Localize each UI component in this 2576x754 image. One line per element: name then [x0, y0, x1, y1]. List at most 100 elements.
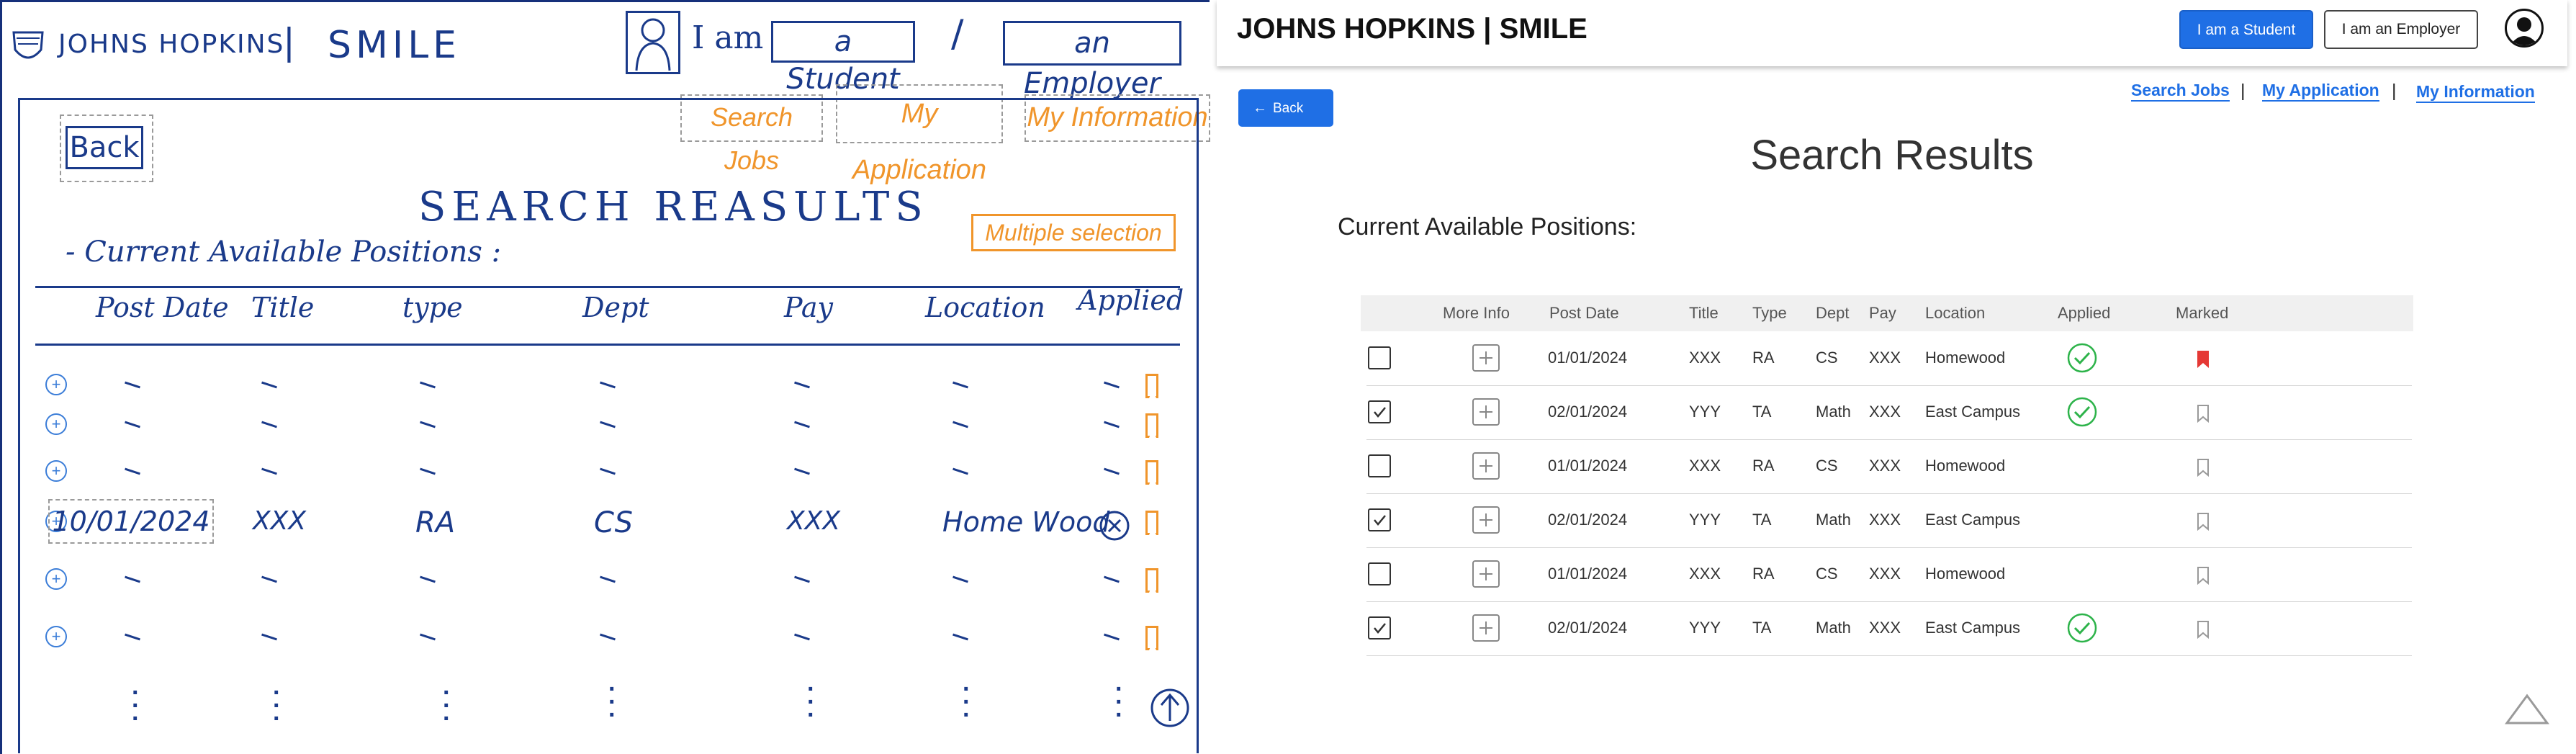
bookmark-icon[interactable] [2196, 565, 2210, 585]
more-info-plus-icon[interactable] [1472, 398, 1500, 426]
row-select-checkbox[interactable] [1368, 400, 1391, 423]
cell-dept: Math [1816, 403, 1851, 421]
row-select-checkbox[interactable] [1368, 454, 1391, 477]
sketch-bookmark-icon[interactable] [1145, 626, 1158, 650]
employer-button[interactable]: I am an Employer [2324, 10, 2478, 49]
col-location: Location [1925, 304, 1986, 322]
sketch-bookmark-icon[interactable] [1145, 413, 1158, 438]
cell-pay: XXX [1869, 511, 1901, 529]
bookmark-icon[interactable] [2196, 619, 2210, 639]
cell-dept: Math [1816, 619, 1851, 637]
cell-pay: XXX [1869, 457, 1901, 475]
table-row: 01/01/2024 XXX RA CS XXX Homewood [1366, 548, 2412, 602]
table-row: 02/01/2024 YYY TA Math XXX East Campus [1366, 494, 2412, 548]
student-button[interactable]: I am a Student [2179, 10, 2313, 49]
sketch-col-title: Title [251, 292, 315, 323]
applied-check-icon [2067, 397, 2097, 427]
sketch-more-info-icon[interactable]: + [45, 413, 67, 435]
sketch-more-dots: · · · [132, 679, 140, 732]
rendered-ui: JOHNS HOPKINS | SMILE I am a Student I a… [1217, 0, 2576, 754]
sketch-scroll-top-icon[interactable] [1150, 686, 1190, 730]
scroll-to-top-icon[interactable] [2504, 690, 2550, 726]
nav-separator: | [2241, 81, 2246, 101]
bookmark-icon[interactable] [2196, 457, 2210, 477]
bookmark-icon[interactable] [2196, 511, 2210, 531]
section-subheading: Current Available Positions: [1338, 213, 1637, 241]
sketch-sample-type: RA [415, 506, 456, 539]
sketch-back-button[interactable]: Back [66, 126, 143, 169]
cell-location: Homewood [1925, 349, 2006, 367]
sketch-bookmark-icon[interactable] [1145, 460, 1158, 485]
sketch-col-applied: Applied [1078, 284, 1184, 316]
nav-my-information[interactable]: My Information [2416, 82, 2535, 103]
sketch-more-info-icon[interactable]: + [45, 460, 67, 482]
brand-title: JOHNS HOPKINS | SMILE [1237, 13, 1588, 45]
more-info-plus-icon[interactable] [1472, 344, 1500, 372]
nav-separator: | [2392, 81, 2397, 101]
cell-pay: XXX [1869, 403, 1901, 421]
sketch-title: SEARCH REASULTS [418, 184, 929, 230]
sketch-more-dots: · · · [443, 679, 451, 732]
applied-check-icon [2067, 613, 2097, 643]
cell-location: East Campus [1925, 403, 2021, 421]
cell-dept: CS [1816, 349, 1838, 367]
more-info-plus-icon[interactable] [1472, 452, 1500, 480]
cell-type: RA [1752, 349, 1775, 367]
cell-title: YYY [1689, 403, 1721, 421]
sketch-more-dots: · · · [1115, 676, 1124, 729]
row-select-checkbox[interactable] [1368, 346, 1391, 369]
person-icon[interactable] [626, 11, 680, 74]
row-select-checkbox[interactable] [1368, 616, 1391, 639]
sketch-slash: / [951, 12, 964, 55]
cell-title: XXX [1689, 565, 1721, 583]
col-more-info: More Info [1443, 304, 1510, 322]
nav-search-jobs[interactable]: Search Jobs [2131, 81, 2230, 102]
more-info-plus-icon[interactable] [1472, 506, 1500, 534]
col-type: Type [1752, 304, 1787, 322]
cell-location: East Campus [1925, 511, 2021, 529]
more-info-plus-icon[interactable] [1472, 614, 1500, 642]
cell-type: TA [1752, 619, 1772, 637]
sketch-col-location: Location [925, 292, 1045, 323]
sketch-subtitle: - Current Available Positions : [66, 235, 502, 269]
table-row: 02/01/2024 YYY TA Math XXX East Campus [1366, 602, 2412, 656]
row-select-checkbox[interactable] [1368, 508, 1391, 531]
sketch-iam: I am [692, 19, 764, 56]
bookmark-icon[interactable] [2196, 403, 2210, 423]
sketch-multiple-selection[interactable]: Multiple selection [971, 214, 1176, 251]
back-button[interactable]: ← Back [1238, 89, 1333, 127]
cell-post-date: 02/01/2024 [1548, 403, 1628, 421]
nav-my-application[interactable]: My Application [2262, 81, 2379, 102]
arrow-left-icon: ← [1253, 100, 1267, 116]
sketch-more-info-icon[interactable]: + [45, 626, 67, 647]
sketch-employer-button[interactable]: an Employer [1003, 21, 1181, 100]
cell-post-date: 02/01/2024 [1548, 619, 1628, 637]
top-navbar: JOHNS HOPKINS | SMILE I am a Student I a… [1217, 0, 2567, 66]
sketch-more-info-icon[interactable]: + [45, 568, 67, 590]
col-post-date: Post Date [1549, 304, 1619, 322]
sketch-more-dots: · · · [608, 676, 617, 729]
cell-pay: XXX [1869, 349, 1901, 367]
sketch-bookmark-icon[interactable] [1145, 511, 1158, 535]
more-info-plus-icon[interactable] [1472, 560, 1500, 588]
bookmark-icon[interactable] [2196, 349, 2210, 369]
sketch-more-info-icon[interactable]: + [45, 374, 67, 395]
cell-dept: CS [1816, 565, 1838, 583]
sketch-sample-dept: CS [594, 506, 634, 539]
shield-logo-icon [12, 31, 44, 59]
sketch-more-dots: · · · [963, 676, 971, 729]
sketch-back-outline: Back [60, 115, 153, 182]
col-pay: Pay [1869, 304, 1896, 322]
sketch-bookmark-icon[interactable] [1145, 568, 1158, 593]
sketch-bookmark-icon[interactable] [1145, 374, 1158, 398]
table-header: More Info Post Date Title Type Dept Pay … [1361, 295, 2413, 331]
cell-title: YYY [1689, 511, 1721, 529]
cell-type: RA [1752, 565, 1775, 583]
sketch-col-post-date: Post Date [96, 292, 229, 323]
cell-title: XXX [1689, 457, 1721, 475]
avatar-icon[interactable] [2505, 9, 2544, 48]
applied-check-icon [2067, 343, 2097, 373]
sketch-student-button[interactable]: a Student [771, 21, 915, 96]
row-select-checkbox[interactable] [1368, 562, 1391, 585]
cell-post-date: 01/01/2024 [1548, 565, 1628, 583]
